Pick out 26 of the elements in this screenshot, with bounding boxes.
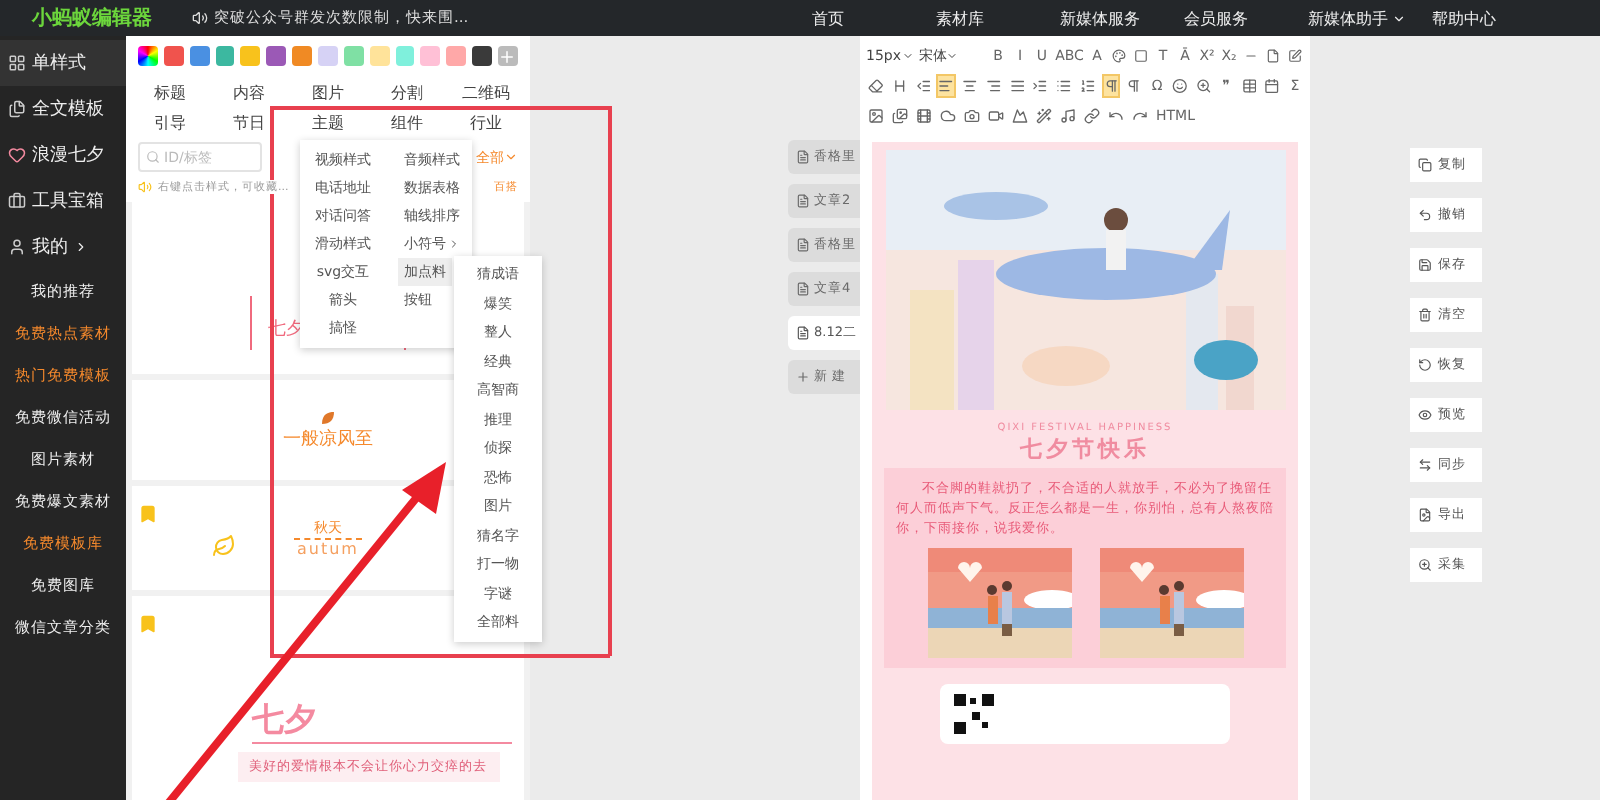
nav-link[interactable]: 会员服务 (1184, 7, 1308, 29)
category-tab[interactable]: 图片 (288, 76, 368, 106)
logo[interactable]: 小蚂蚁编辑器 (0, 4, 160, 32)
category-tab[interactable]: 分割 (367, 76, 447, 106)
category-tab[interactable]: 行业 (446, 106, 526, 136)
sidebar-item[interactable]: 我的 (0, 224, 126, 270)
category-tab[interactable]: 主题 (288, 106, 368, 136)
sidebar-item[interactable]: 单样式 (0, 40, 126, 86)
nav-link[interactable]: 新媒体助手 (1308, 7, 1432, 29)
nav-link[interactable]: 帮助中心 (1432, 7, 1556, 29)
category-tab[interactable]: 二维码 (446, 76, 526, 106)
style-text: autum (297, 540, 359, 558)
category-tab[interactable]: 组件 (367, 106, 447, 136)
sidebar-item[interactable]: 工具宝箱 (0, 178, 126, 224)
style-text: 一般凉风至 (283, 427, 373, 451)
nav-link[interactable]: 素材库 (936, 7, 1060, 29)
sidebar-item[interactable]: 浪漫七夕 (0, 132, 126, 178)
category-tab[interactable]: 标题 (130, 76, 210, 106)
category-tab[interactable]: 节日 (209, 106, 289, 136)
style-title: 七夕 (252, 700, 512, 744)
nav-link[interactable]: 首页 (812, 7, 936, 29)
article-title: 七夕节快乐 (1020, 434, 1150, 464)
sidebar-item[interactable]: 全文模板 (0, 86, 126, 132)
category-tab[interactable]: 内容 (209, 76, 289, 106)
category-tab[interactable]: 引导 (130, 106, 210, 136)
nav-link[interactable]: 新媒体服务 (1060, 7, 1184, 29)
